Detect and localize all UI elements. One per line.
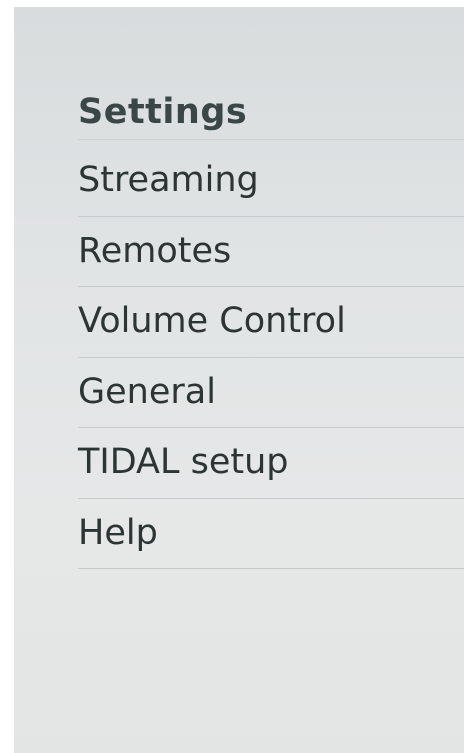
menu-item-label: TIDAL setup (78, 442, 289, 483)
menu-item-general[interactable]: General (78, 358, 464, 428)
menu-item-tidal-setup[interactable]: TIDAL setup (78, 428, 464, 499)
menu-item-streaming[interactable]: Streaming (78, 146, 464, 217)
menu-item-volume-control[interactable]: Volume Control (78, 287, 464, 358)
title-divider (78, 139, 464, 140)
menu-item-label: Streaming (78, 160, 259, 201)
menu-item-label: Help (78, 512, 158, 553)
menu-item-label: General (78, 371, 216, 412)
menu-item-remotes[interactable]: Remotes (78, 217, 464, 287)
page-title: Settings (78, 92, 248, 132)
menu-item-help[interactable]: Help (78, 499, 464, 569)
menu-item-label: Remotes (78, 230, 232, 271)
settings-menu: Streaming Remotes Volume Control General… (78, 146, 464, 569)
settings-screen: Settings Streaming Remotes Volume Contro… (14, 7, 464, 753)
menu-item-label: Volume Control (78, 301, 346, 342)
